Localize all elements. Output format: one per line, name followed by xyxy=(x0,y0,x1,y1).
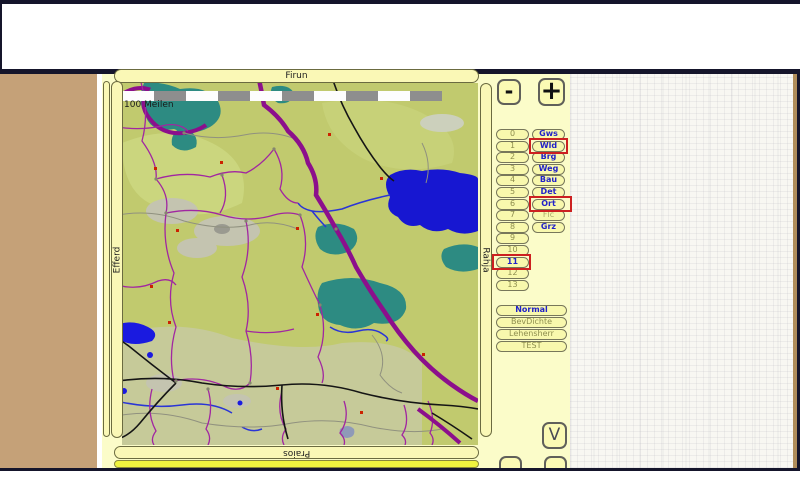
level-button-3[interactable]: 3 xyxy=(496,164,529,175)
pan-south-button[interactable]: Praios xyxy=(114,446,479,459)
pan-north-button[interactable]: Firun xyxy=(114,69,479,83)
level-button-0[interactable]: 0 xyxy=(496,129,529,140)
compass-west-label: Efferd xyxy=(112,246,122,273)
pan-east-button[interactable]: Rahja xyxy=(480,83,492,437)
clipped-button-left[interactable] xyxy=(499,456,522,468)
layer-toggle-bau[interactable]: Bau xyxy=(532,175,565,186)
map-canvas[interactable]: 100 Meilen xyxy=(122,83,478,445)
confirm-button[interactable]: V xyxy=(542,422,567,449)
mode-button-bevdichte[interactable]: BevDichte xyxy=(496,317,567,328)
level-button-9[interactable]: 9 xyxy=(496,233,529,244)
zoom-out-button[interactable]: - xyxy=(497,79,521,105)
window-top-border xyxy=(0,0,800,4)
clipped-button-right[interactable] xyxy=(544,456,567,468)
pan-west-button[interactable]: Efferd xyxy=(111,81,123,438)
level-button-6[interactable]: 6 xyxy=(496,199,529,210)
app-window: Firun Efferd Rahja Praios xyxy=(0,0,800,500)
mode-button-test[interactable]: TEST xyxy=(496,341,567,352)
map-artwork xyxy=(122,83,478,445)
mode-button-normal[interactable]: Normal xyxy=(496,305,567,316)
right-texture-area xyxy=(570,74,793,468)
selection-marker-wld xyxy=(529,138,568,154)
level-button-7[interactable]: 7 xyxy=(496,210,529,221)
compass-south-label: Praios xyxy=(283,448,310,458)
left-brown-strip xyxy=(0,74,97,468)
header-blank-area xyxy=(2,4,800,69)
level-button-2[interactable]: 2 xyxy=(496,152,529,163)
level-button-1[interactable]: 1 xyxy=(496,141,529,152)
level-button-4[interactable]: 4 xyxy=(496,175,529,186)
compass-east-label: Rahja xyxy=(481,247,491,272)
layer-toggle-grz[interactable]: Grz xyxy=(532,222,565,233)
bottom-blank-area xyxy=(0,471,800,500)
level-button-13[interactable]: 13 xyxy=(496,280,529,291)
zoom-in-button[interactable]: + xyxy=(538,78,565,106)
selection-marker-11 xyxy=(492,254,531,270)
bottom-frame-line xyxy=(0,468,800,471)
layer-toggle-weg[interactable]: Weg xyxy=(532,164,565,175)
window-left-border xyxy=(0,4,2,70)
bottom-partial-bar[interactable] xyxy=(114,460,479,468)
left-slider-track xyxy=(103,81,110,437)
level-button-5[interactable]: 5 xyxy=(496,187,529,198)
mode-button-lehensherr[interactable]: Lehensherr xyxy=(496,329,567,340)
map-scale-label: 100 Meilen xyxy=(124,100,174,110)
compass-north-label: Firun xyxy=(285,71,307,81)
level-button-8[interactable]: 8 xyxy=(496,222,529,233)
selection-marker-ort xyxy=(529,196,572,212)
